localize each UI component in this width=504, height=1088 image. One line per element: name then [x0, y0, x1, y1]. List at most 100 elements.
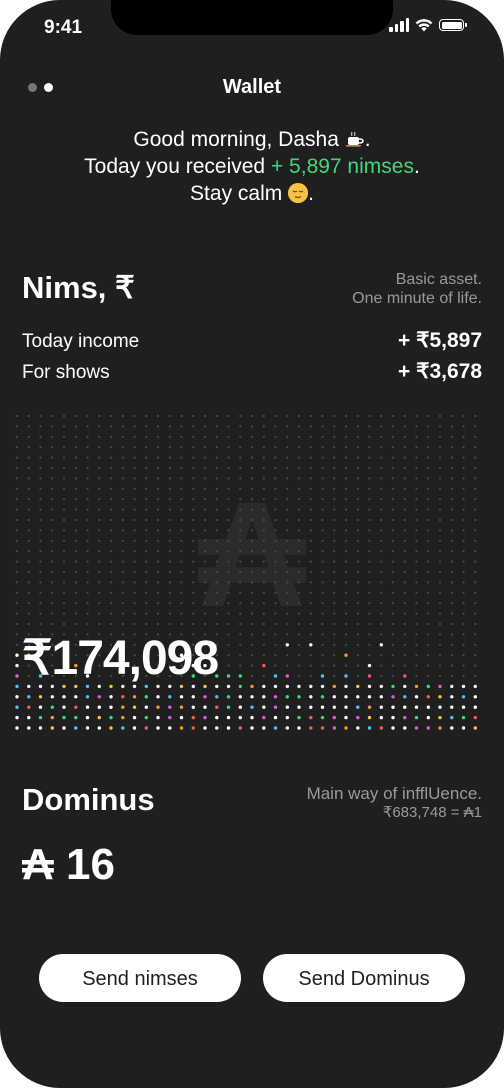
dot: [239, 581, 242, 584]
dot: [15, 653, 19, 657]
dot: [51, 456, 54, 459]
dot: [133, 581, 136, 584]
send-nimses-button[interactable]: Send nimses: [39, 954, 241, 1002]
dot: [427, 560, 430, 563]
dot: [250, 477, 254, 480]
dot: [262, 560, 265, 563]
dot: [333, 612, 336, 615]
dot: [297, 477, 301, 480]
dot: [203, 581, 207, 584]
dot: [121, 539, 124, 542]
dot: [203, 705, 207, 709]
dot: [333, 435, 336, 438]
dot: [297, 498, 301, 501]
dot: [109, 695, 113, 699]
dot: [286, 435, 289, 438]
dot: [74, 414, 77, 418]
dot: [473, 695, 477, 699]
dot: [215, 446, 218, 449]
dot: [461, 705, 466, 709]
dot: [145, 435, 148, 438]
dot: [309, 664, 312, 667]
dot: [380, 654, 383, 657]
dot: [203, 446, 207, 449]
dot: [427, 674, 430, 678]
dot: [285, 695, 289, 699]
dot: [27, 581, 30, 584]
dot: [344, 602, 348, 605]
dot: [403, 715, 407, 720]
dot: [462, 477, 465, 480]
dot: [297, 414, 301, 418]
dot: [368, 456, 371, 459]
dot: [168, 414, 171, 418]
dot: [62, 425, 66, 428]
dot: [462, 612, 465, 615]
dot: [51, 518, 54, 522]
dot: [27, 591, 30, 594]
dot: [121, 726, 125, 730]
dot: [145, 529, 148, 532]
dot: [121, 487, 124, 490]
dot: [262, 705, 266, 709]
dot: [97, 726, 102, 730]
dot: [473, 715, 477, 720]
dot: [250, 633, 254, 636]
dot: [62, 529, 66, 532]
dot: [367, 726, 372, 730]
dot: [226, 705, 231, 709]
dot: [403, 477, 406, 480]
dot: [227, 581, 230, 584]
dot: [462, 664, 465, 667]
dot: [321, 539, 324, 542]
dot: [86, 487, 89, 490]
dot: [438, 487, 442, 490]
dot: [109, 518, 113, 522]
dot: [309, 498, 312, 501]
dot: [239, 633, 242, 636]
dot: [427, 664, 430, 667]
dot: [333, 446, 336, 449]
dot: [286, 446, 289, 449]
dot: [415, 435, 418, 438]
dot: [15, 622, 19, 626]
dot: [321, 498, 324, 501]
dot: [250, 560, 254, 563]
dot: [450, 570, 453, 574]
dot: [179, 726, 184, 730]
dot: [192, 508, 195, 511]
dot: [51, 446, 54, 449]
dot: [74, 487, 77, 490]
dot: [145, 487, 148, 490]
dot: [403, 684, 407, 689]
dot: [344, 477, 348, 480]
dot: [356, 435, 359, 438]
dot: [239, 425, 242, 428]
dot: [368, 435, 371, 438]
send-dominus-button[interactable]: Send Dominus: [263, 954, 465, 1002]
dot: [450, 612, 453, 615]
dot: [239, 643, 242, 646]
dot: [215, 705, 219, 709]
dot: [86, 570, 89, 574]
dot: [273, 726, 278, 730]
dot: [38, 726, 43, 730]
dot: [121, 602, 124, 605]
dot: [474, 456, 477, 459]
dot: [86, 591, 89, 594]
dot: [86, 518, 89, 522]
dot: [297, 539, 301, 542]
dot: [344, 591, 348, 594]
dot: [450, 560, 453, 563]
dot: [403, 508, 406, 511]
dot: [262, 715, 266, 720]
dot: [438, 581, 442, 584]
dot: [403, 550, 406, 553]
dot: [320, 726, 325, 730]
dot: [333, 487, 336, 490]
dot: [27, 518, 30, 522]
dot: [356, 446, 359, 449]
dot: [367, 684, 372, 689]
dot: [297, 446, 301, 449]
dot: [391, 674, 395, 678]
